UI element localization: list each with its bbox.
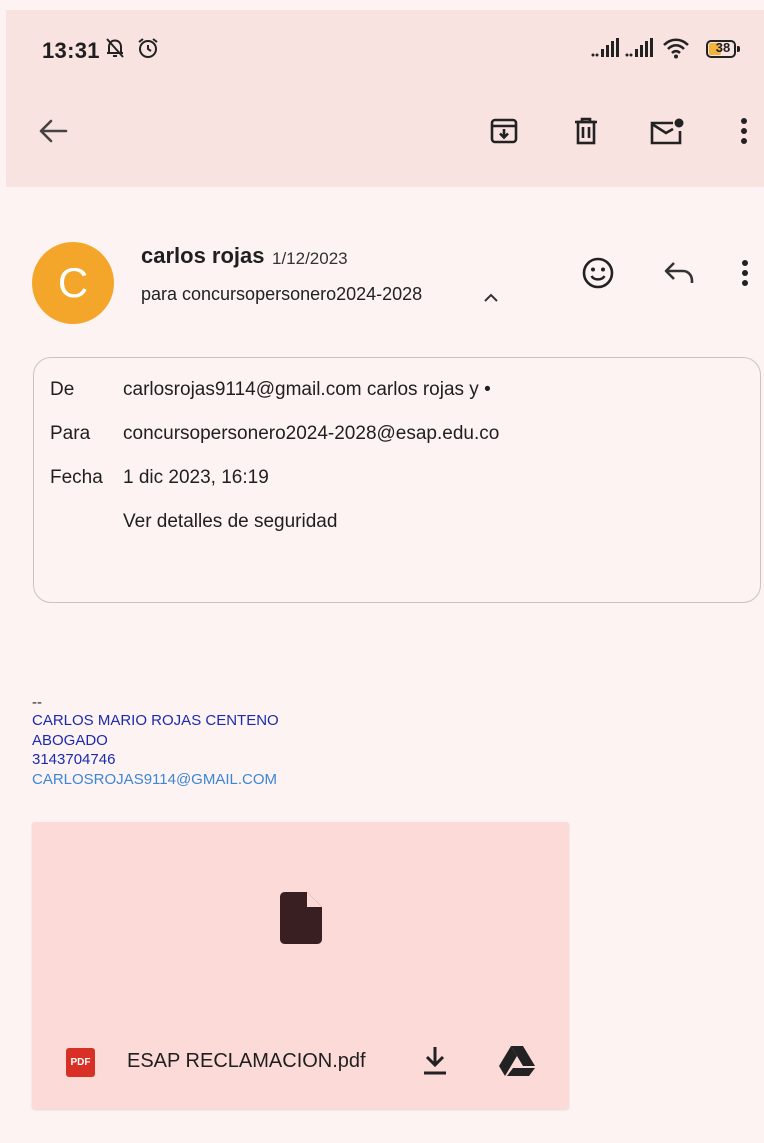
signature-email[interactable]: CARLOSROJAS9114@GMAIL.COM (32, 771, 277, 788)
message-details-card: De carlosrojas9114@gmail.com carlos roja… (33, 357, 761, 603)
signal-2-icon (625, 38, 655, 63)
sender-name: carlos rojas (141, 243, 265, 268)
more-vert-icon (740, 258, 750, 293)
from-label: De (50, 379, 75, 400)
signature-title: ABOGADO (32, 732, 108, 749)
to-value: concursopersonero2024-2028@esap.edu.co (123, 423, 500, 444)
avatar[interactable]: C (32, 242, 114, 324)
message-date: 1/12/2023 (272, 249, 348, 268)
delete-icon (572, 116, 600, 151)
date-label: Fecha (50, 467, 103, 488)
date-value: 1 dic 2023, 16:19 (123, 467, 269, 488)
security-details-link[interactable]: Ver detalles de seguridad (123, 511, 337, 533)
attachment-card[interactable]: PDF ESAP RECLAMACION.pdf (32, 822, 569, 1109)
battery-level: 38 (715, 40, 731, 55)
archive-button[interactable] (484, 113, 524, 153)
archive-icon (489, 116, 519, 151)
recipient-summary[interactable]: para concursopersonero2024-2028 (141, 284, 422, 305)
more-vert-icon (739, 116, 749, 151)
chevron-up-icon[interactable] (482, 290, 500, 308)
reply-button[interactable] (659, 255, 699, 295)
message-more-button[interactable] (730, 255, 760, 295)
signature-phone[interactable]: 3143704746 (32, 751, 115, 768)
back-button[interactable] (33, 113, 73, 153)
notifications-off-icon (104, 36, 126, 65)
save-to-drive-button[interactable] (498, 1044, 536, 1083)
signature-separator: -- (32, 694, 42, 711)
status-bar: 13:31 38 (6, 10, 764, 70)
back-arrow-icon (38, 118, 68, 149)
document-icon (280, 892, 322, 949)
more-options-button[interactable] (724, 113, 764, 153)
signal-1-icon (591, 38, 621, 63)
emoji-icon (581, 256, 615, 295)
to-label: Para (50, 423, 91, 444)
signature-name: CARLOS MARIO ROJAS CENTENO (32, 712, 279, 729)
battery-icon: 38 (706, 40, 740, 58)
reply-icon (663, 260, 695, 291)
delete-button[interactable] (566, 113, 606, 153)
from-value: carlosrojas9114@gmail.com carlos rojas y… (123, 379, 491, 400)
alarm-icon (136, 36, 160, 65)
pdf-file-icon: PDF (66, 1048, 95, 1077)
download-button[interactable] (420, 1044, 450, 1083)
mark-unread-icon (649, 116, 685, 151)
status-time: 13:31 (42, 38, 100, 63)
avatar-letter: C (57, 259, 89, 306)
add-reaction-button[interactable] (578, 255, 618, 295)
gmail-message-screen: 13:31 38 C carlos rojas 1/12/2023 para c… (6, 10, 764, 1143)
attachment-filename: ESAP RECLAMACION.pdf (127, 1050, 366, 1072)
mark-unread-button[interactable] (647, 113, 687, 153)
wifi-icon (662, 37, 690, 64)
